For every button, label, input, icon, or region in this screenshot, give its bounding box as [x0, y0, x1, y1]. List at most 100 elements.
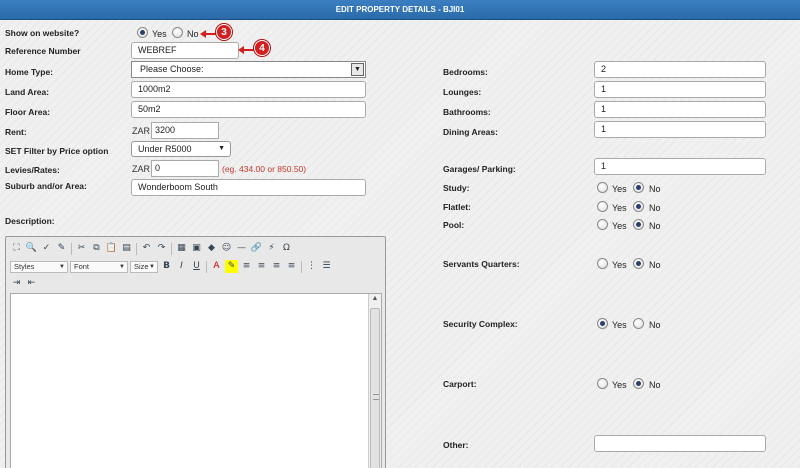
servants-yes-radio[interactable]: [597, 258, 608, 269]
lounges-label: Lounges:: [443, 87, 482, 97]
suburb-label: Suburb and/or Area:: [5, 181, 87, 191]
callout-4-badge: 4: [254, 40, 270, 56]
scroll-up-icon[interactable]: ▲: [369, 295, 381, 302]
outdent-icon[interactable]: ⇤: [25, 277, 38, 290]
editor-toolbar-row-3: ⇥ ⇤: [10, 276, 38, 291]
paste-text-icon[interactable]: ▤: [120, 242, 133, 255]
callout-3-badge: 3: [216, 24, 232, 40]
anchor-icon[interactable]: ◆: [205, 242, 218, 255]
flatlet-no-radio[interactable]: [633, 201, 644, 212]
show-website-no-label: No: [187, 29, 199, 39]
flatlet-label: Flatlet:: [443, 202, 471, 212]
flash-icon[interactable]: ⚡: [265, 242, 278, 255]
align-left-icon[interactable]: ≡: [240, 260, 253, 273]
rent-label: Rent:: [5, 127, 27, 137]
indent-icon[interactable]: ⇥: [10, 277, 23, 290]
reference-number-input[interactable]: WEBREF: [131, 42, 239, 59]
pool-yes-label: Yes: [612, 221, 627, 231]
carport-no-radio[interactable]: [633, 378, 644, 389]
chevron-down-icon: ▼: [218, 145, 225, 152]
align-right-icon[interactable]: ≡: [270, 260, 283, 273]
carport-label: Carport:: [443, 379, 477, 389]
cut-icon[interactable]: ✂: [75, 242, 88, 255]
scrollbar-thumb[interactable]: [370, 308, 380, 468]
bedrooms-input[interactable]: 2: [594, 61, 766, 78]
servants-no-radio[interactable]: [633, 258, 644, 269]
chevron-down-icon[interactable]: ▼: [351, 63, 364, 76]
italic-button[interactable]: I: [175, 260, 188, 273]
justify-icon[interactable]: ≡: [285, 260, 298, 273]
other-input[interactable]: [594, 435, 766, 452]
land-area-label: Land Area:: [5, 87, 50, 97]
lounges-input[interactable]: 1: [594, 81, 766, 98]
levies-input[interactable]: 0: [151, 160, 219, 177]
rent-input[interactable]: 3200: [151, 122, 219, 139]
editor-text-area[interactable]: ▲: [10, 293, 382, 468]
security-no-radio[interactable]: [633, 318, 644, 329]
pool-label: Pool:: [443, 220, 465, 230]
levies-label: Levies/Rates:: [5, 165, 60, 175]
price-filter-select[interactable]: Under R5000 ▼: [131, 141, 231, 157]
suburb-input[interactable]: Wonderboom South: [131, 179, 366, 196]
chevron-down-icon: ▼: [119, 263, 125, 270]
dining-areas-input[interactable]: 1: [594, 121, 766, 138]
garages-input[interactable]: 1: [594, 158, 766, 175]
pool-no-radio[interactable]: [633, 219, 644, 230]
home-type-value: Please Choose:: [140, 64, 204, 74]
copy-icon[interactable]: ⧉: [90, 242, 103, 255]
text-color-icon[interactable]: A: [210, 260, 223, 273]
study-yes-label: Yes: [612, 184, 627, 194]
font-dropdown[interactable]: Font ▼: [70, 260, 128, 273]
rent-currency: ZAR: [132, 126, 150, 136]
carport-no-label: No: [649, 380, 661, 390]
chevron-down-icon: ▼: [59, 263, 65, 270]
paint-icon[interactable]: ✎: [55, 242, 68, 255]
paste-icon[interactable]: 📋: [105, 242, 118, 255]
flatlet-yes-radio[interactable]: [597, 201, 608, 212]
editor-toolbar-row-2: Styles ▼ Font ▼ Size ▼ B I U A ✎ ≡ ≡ ≡ ≡ ⋮ …: [10, 259, 333, 274]
home-type-select[interactable]: Please Choose: ▼: [131, 61, 366, 78]
omega-icon[interactable]: Ω: [280, 242, 293, 255]
styles-dropdown[interactable]: Styles ▼: [10, 260, 68, 273]
bathrooms-input[interactable]: 1: [594, 101, 766, 118]
servants-quarters-label: Servants Quarters:: [443, 259, 520, 269]
bullet-list-icon[interactable]: ☰: [320, 260, 333, 273]
redo-icon[interactable]: ↷: [155, 242, 168, 255]
security-complex-label: Security Complex:: [443, 319, 518, 329]
undo-icon[interactable]: ↶: [140, 242, 153, 255]
study-yes-radio[interactable]: [597, 182, 608, 193]
font-dropdown-label: Font: [74, 261, 90, 271]
editor-scrollbar[interactable]: ▲: [368, 294, 381, 468]
show-website-yes-radio[interactable]: [137, 27, 148, 38]
spellcheck-icon[interactable]: ✓: [40, 242, 53, 255]
page-header: EDIT PROPERTY DETAILS - BJI01: [0, 0, 800, 20]
size-dropdown[interactable]: Size ▼: [130, 260, 158, 273]
floor-area-label: Floor Area:: [5, 107, 51, 117]
bold-button[interactable]: B: [160, 260, 173, 273]
toolbar-separator: [71, 242, 72, 255]
other-label: Other:: [443, 440, 469, 450]
show-on-website-label: Show on website?: [5, 28, 80, 38]
floor-area-input[interactable]: 50m2: [131, 101, 366, 118]
security-yes-radio[interactable]: [597, 318, 608, 329]
carport-yes-radio[interactable]: [597, 378, 608, 389]
land-area-input[interactable]: 1000m2: [131, 81, 366, 98]
levies-hint: (eg. 434.00 or 850.50): [222, 164, 307, 174]
horizontal-rule-icon[interactable]: —: [235, 242, 248, 255]
maximize-icon[interactable]: ⛶: [10, 242, 23, 255]
align-center-icon[interactable]: ≡: [255, 260, 268, 273]
find-icon[interactable]: 🔍: [25, 242, 38, 255]
security-no-label: No: [649, 320, 661, 330]
pool-yes-radio[interactable]: [597, 219, 608, 230]
table-icon[interactable]: ▦: [175, 242, 188, 255]
image-icon[interactable]: ▣: [190, 242, 203, 255]
highlight-icon[interactable]: ✎: [225, 260, 238, 273]
study-no-radio[interactable]: [633, 182, 644, 193]
link-icon[interactable]: 🔗: [250, 242, 263, 255]
description-editor: ⛶ 🔍 ✓ ✎ ✂ ⧉ 📋 ▤ ↶ ↷ ▦ ▣ ◆ ☺ — 🔗 ⚡ Ω Styl…: [5, 236, 386, 468]
numbered-list-icon[interactable]: ⋮: [305, 260, 318, 273]
chevron-down-icon: ▼: [149, 263, 155, 270]
show-website-no-radio[interactable]: [172, 27, 183, 38]
underline-button[interactable]: U: [190, 260, 203, 273]
smiley-icon[interactable]: ☺: [220, 242, 233, 255]
